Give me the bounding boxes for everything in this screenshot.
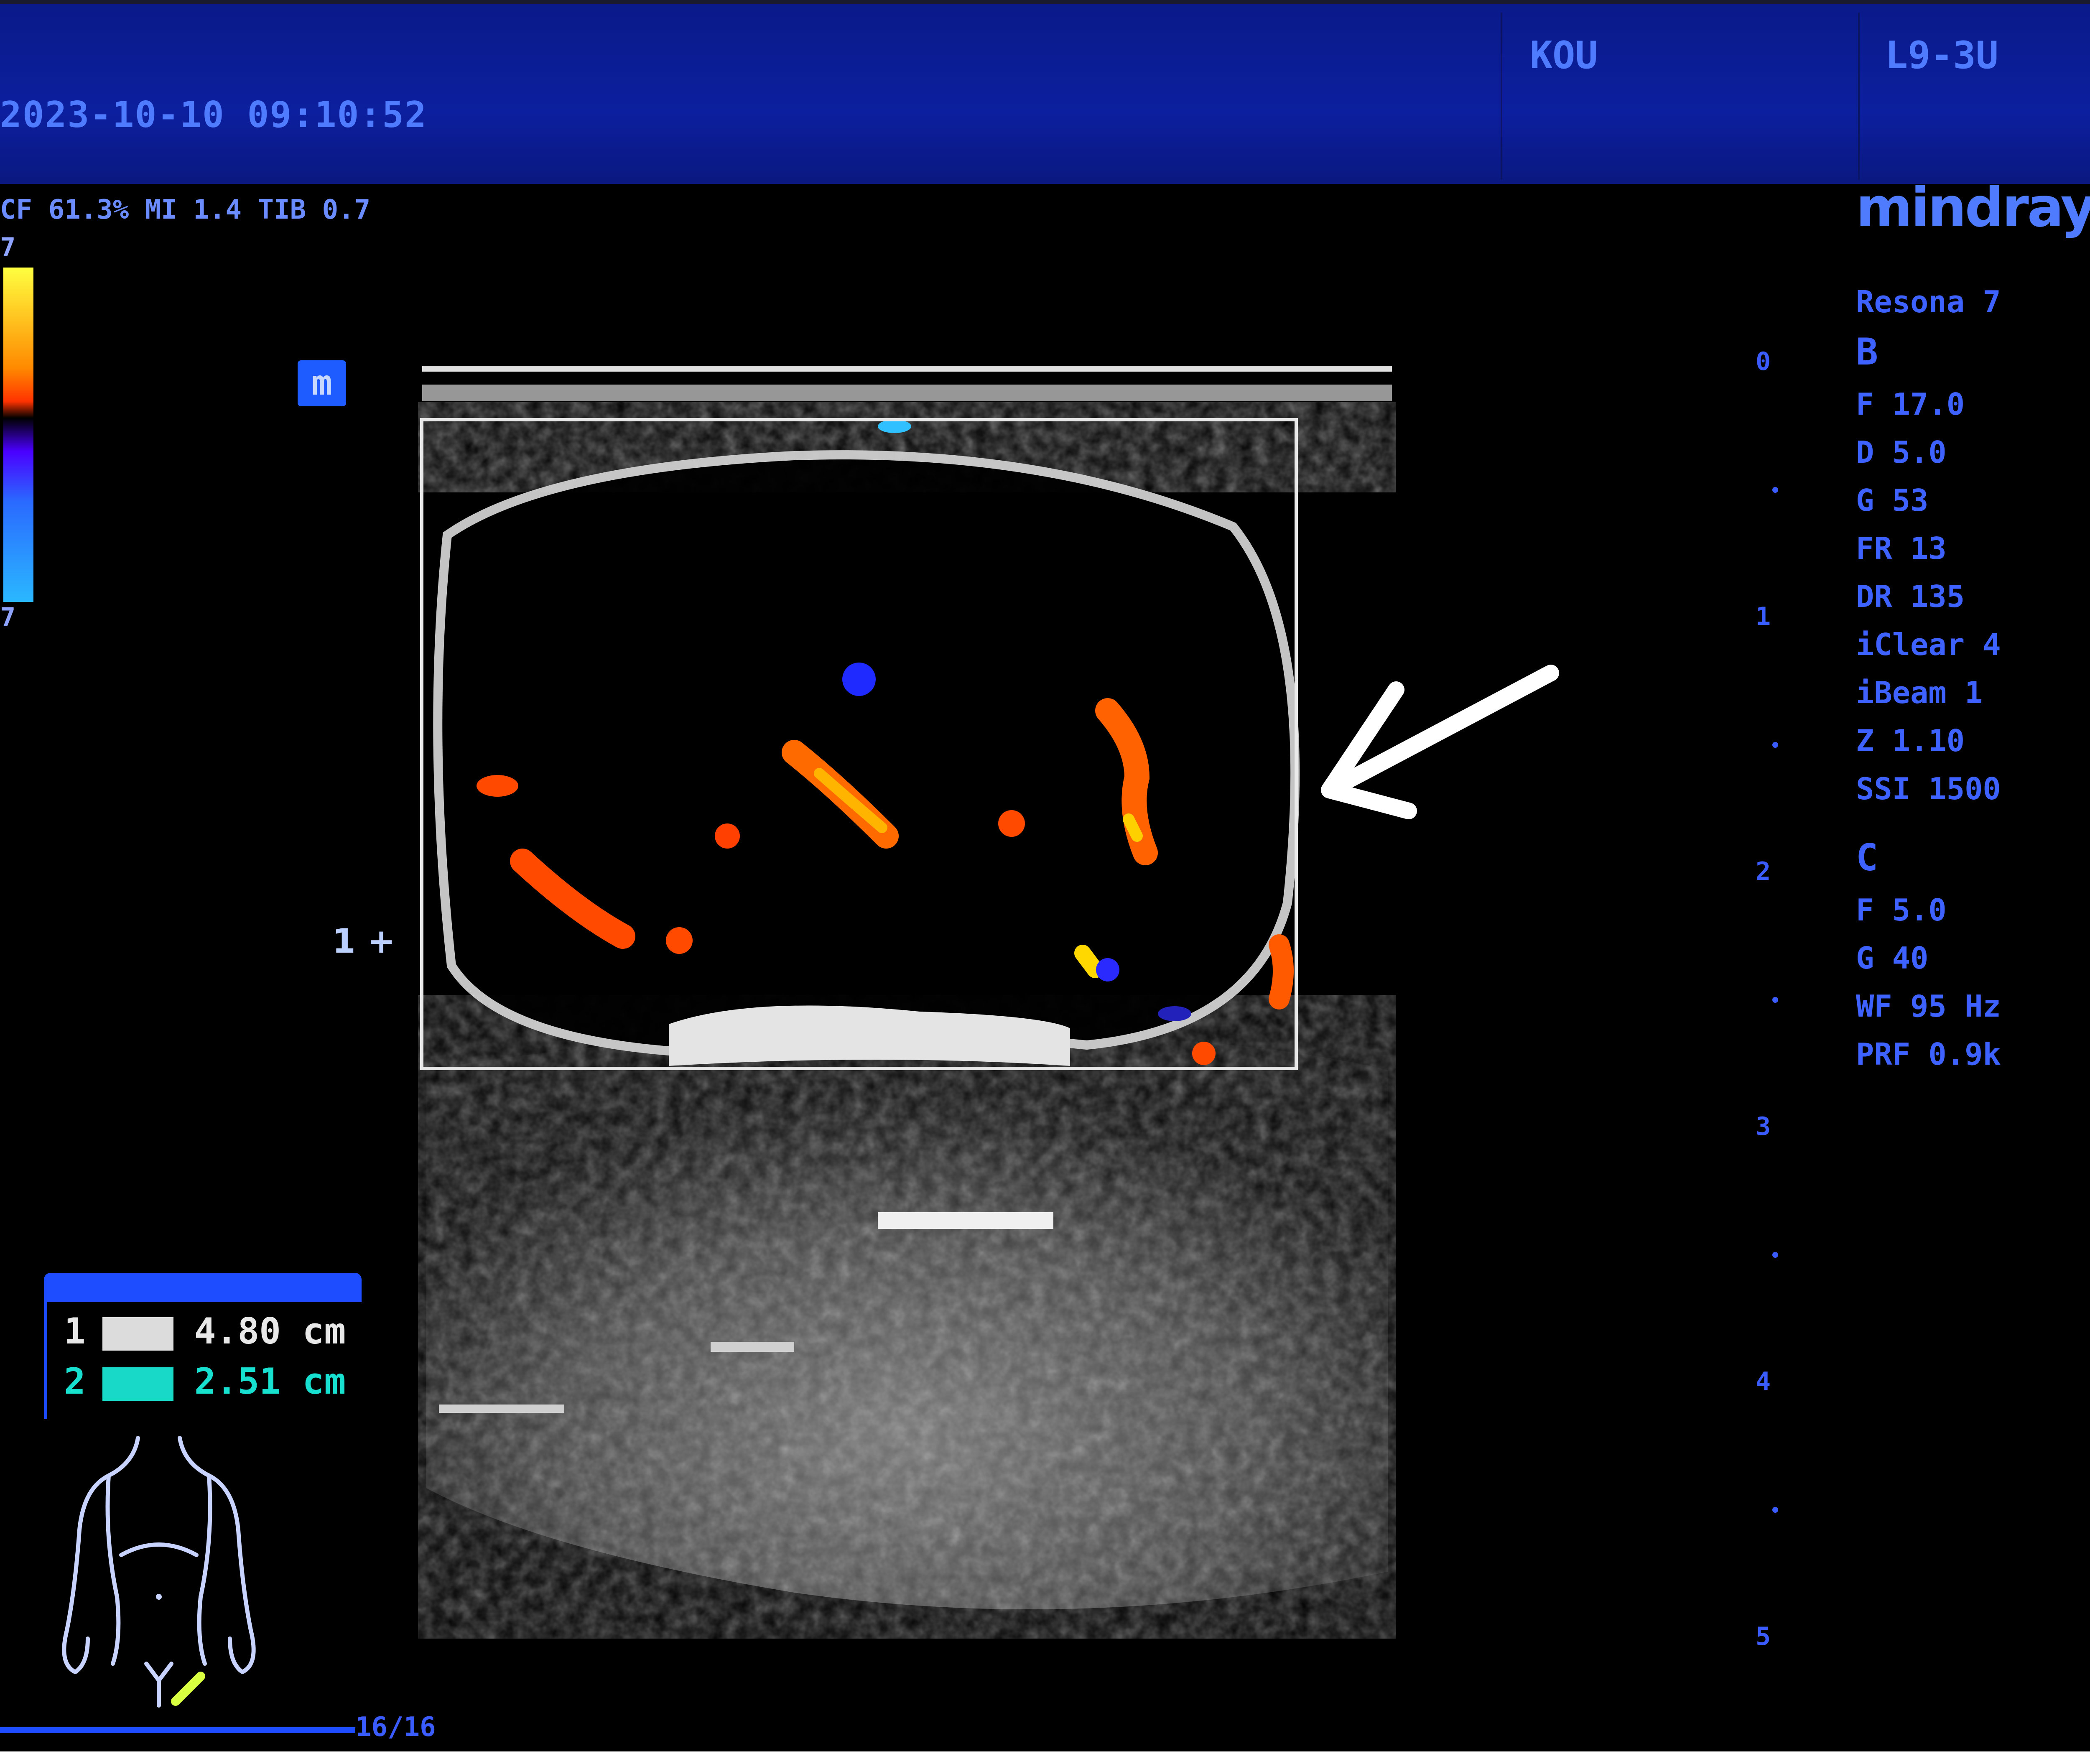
c-param: F 5.0	[1856, 892, 1947, 928]
measurement-body: 1 4.80 cm 2 2.51 cm	[44, 1302, 365, 1419]
cine-progress-bar[interactable]	[0, 1727, 355, 1733]
b-param: DR 135	[1856, 579, 1965, 614]
color-scale-bottom-label: 7	[0, 602, 16, 632]
measurement-row-2: 2 2.51 cm	[64, 1361, 346, 1402]
measurement-index: 2	[64, 1361, 86, 1402]
c-param: WF 95 Hz	[1856, 989, 2001, 1024]
distance-icon	[102, 1367, 173, 1401]
echo-streak	[439, 1405, 564, 1413]
echo-streak	[878, 1212, 1053, 1229]
m-mode-icon[interactable]: m	[298, 360, 346, 406]
skin-line	[422, 366, 1392, 372]
brand-logo: mindray	[1856, 176, 2090, 239]
distance-icon	[102, 1317, 173, 1351]
focus-marker: 1 +	[332, 922, 395, 961]
b-param: iBeam 1	[1856, 675, 1983, 710]
depth-tick-label: 1	[1756, 602, 1771, 631]
b-param: iClear 4	[1856, 627, 2001, 662]
system-model: Resona 7	[1856, 284, 2001, 319]
color-velocity-bar	[3, 268, 33, 602]
probe-name[interactable]: L9-3U	[1885, 33, 1998, 77]
skin-line	[422, 385, 1392, 401]
depth-tick-label: 5	[1756, 1622, 1771, 1651]
body-marker-icon[interactable]	[50, 1430, 268, 1714]
depth-tick-label: 0	[1756, 347, 1771, 376]
depth-minor-tick	[1772, 487, 1778, 493]
b-param: G 53	[1856, 483, 1929, 518]
color-scale-top-label: 7	[0, 232, 16, 263]
color-parameters: CF 61.3% MI 1.4 TIB 0.7	[0, 194, 371, 225]
header-bar	[0, 0, 2090, 184]
measurement-header	[44, 1273, 362, 1302]
b-param: F 17.0	[1856, 387, 1965, 422]
measurement-index: 1	[64, 1310, 86, 1352]
c-param: PRF 0.9k	[1856, 1037, 2001, 1072]
depth-minor-tick	[1772, 997, 1778, 1003]
echo-streak	[711, 1342, 794, 1352]
b-param: SSI 1500	[1856, 771, 2001, 806]
bottom-border	[0, 1751, 2090, 1764]
depth-tick-label: 4	[1756, 1367, 1771, 1396]
measurement-row-1: 1 4.80 cm	[64, 1310, 346, 1352]
depth-minor-tick	[1772, 1252, 1778, 1258]
depth-minor-tick	[1772, 742, 1778, 748]
b-param: FR 13	[1856, 531, 1947, 566]
color-roi-box[interactable]	[420, 418, 1298, 1070]
arrow-icon	[1321, 665, 1559, 819]
frame-counter: 16/16	[355, 1712, 436, 1743]
b-param: Z 1.10	[1856, 723, 1965, 758]
tissue-speckle	[426, 1049, 1388, 1593]
measurement-results: 1 4.80 cm 2 2.51 cm	[44, 1273, 365, 1419]
exam-datetime: 2023-10-10 09:10:52	[0, 94, 427, 136]
c-mode-header: C	[1856, 836, 1878, 879]
header-divider	[1501, 13, 1502, 180]
measurement-value: 4.80 cm	[194, 1310, 346, 1352]
b-param: D 5.0	[1856, 435, 1947, 470]
b-mode-header: B	[1856, 330, 1878, 373]
depth-tick-label: 2	[1756, 857, 1771, 886]
depth-tick-label: 3	[1756, 1112, 1771, 1141]
measurement-value: 2.51 cm	[194, 1361, 346, 1402]
preset-label[interactable]: KOU	[1530, 33, 1598, 77]
probe-position-marker	[171, 1672, 205, 1706]
depth-minor-tick	[1772, 1507, 1778, 1513]
header-divider	[1858, 13, 1860, 180]
c-param: G 40	[1856, 941, 1929, 976]
